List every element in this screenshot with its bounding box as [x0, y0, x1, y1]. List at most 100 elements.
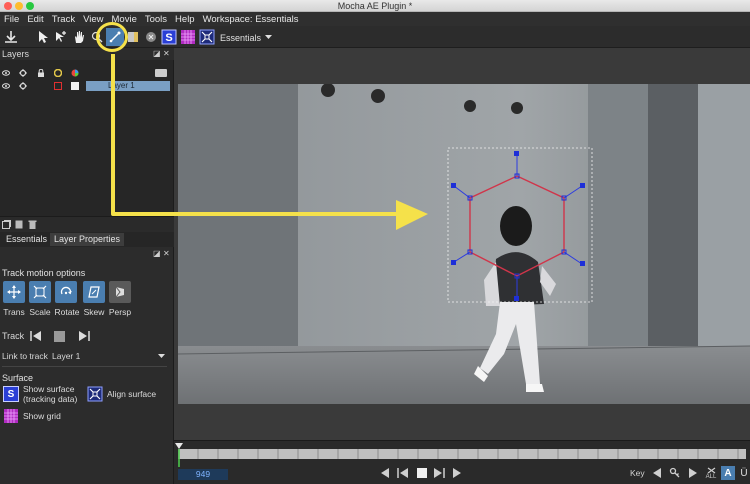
key-icon	[669, 467, 680, 478]
tab-essentials[interactable]: Essentials	[2, 233, 51, 246]
close-properties-icon[interactable]: ✕	[163, 249, 170, 258]
circle-tool-button[interactable]	[142, 28, 160, 46]
add-point-tool-button[interactable]	[52, 28, 70, 46]
translation-toggle[interactable]	[3, 281, 25, 303]
show-surface-sublabel: (tracking data)	[23, 394, 78, 404]
prev-frame-button[interactable]	[396, 466, 410, 480]
hand-tool-button[interactable]	[70, 28, 88, 46]
rotate-icon	[60, 286, 72, 295]
workspace-dropdown-label: Essentials	[220, 32, 262, 43]
tab-layer-properties[interactable]: Layer Properties	[50, 233, 125, 246]
show-grid-label: Show grid	[23, 411, 61, 421]
video-frame[interactable]	[178, 84, 750, 404]
current-frame-field[interactable]: 949	[178, 469, 228, 480]
layers-panel: Layers ◪ ✕ Layer 1	[0, 48, 174, 216]
window-title: Mocha AE Plugin *	[337, 1, 413, 11]
menu-view[interactable]: View	[79, 14, 107, 25]
playhead-icon[interactable]	[174, 443, 184, 467]
trash-icon[interactable]	[28, 220, 37, 229]
skew-icon	[88, 286, 100, 298]
layer-name[interactable]: Layer 1	[86, 81, 170, 91]
track-motion-label: Track motion options	[2, 268, 86, 278]
grid-icon	[181, 30, 195, 44]
menu-workspace[interactable]: Workspace: Essentials	[199, 14, 303, 25]
arrow-plus-icon	[56, 31, 66, 42]
menu-track[interactable]: Track	[48, 14, 79, 25]
auto-key-button[interactable]: A	[721, 466, 735, 480]
link-to-track-value: Layer 1	[52, 351, 81, 361]
float-panel-icon[interactable]: ◪	[153, 49, 161, 58]
window-titlebar: Mocha AE Plugin *	[0, 0, 750, 12]
show-surface-toolbar-button[interactable]: S	[160, 28, 178, 46]
menu-edit[interactable]: Edit	[23, 14, 47, 25]
align-surface-icon	[87, 386, 103, 402]
chevron-down-icon	[265, 35, 273, 39]
play-forward-icon	[453, 468, 461, 478]
layer-row[interactable]: Layer 1	[0, 80, 174, 92]
persp-label: Persp	[108, 307, 132, 317]
next-frame-icon	[434, 468, 445, 478]
menu-file[interactable]: File	[0, 14, 23, 25]
prev-key-icon	[653, 468, 661, 478]
layers-column-header	[0, 67, 174, 79]
translate-arrows-icon	[7, 285, 21, 299]
stop-tracking-button[interactable]	[54, 331, 65, 342]
new-layer-icon[interactable]	[2, 220, 11, 229]
rotate-toggle[interactable]	[55, 281, 77, 303]
scale-label: Scale	[29, 307, 51, 317]
align-surface-toolbar-button[interactable]	[198, 28, 216, 46]
align-surface-button[interactable]: Align surface	[87, 386, 156, 402]
previous-frame-icon	[397, 468, 408, 478]
rectangle-layer-icon	[128, 32, 138, 42]
play-forward-button[interactable]	[450, 466, 464, 480]
close-panel-icon[interactable]: ✕	[163, 49, 170, 58]
duplicate-layer-icon[interactable]	[15, 220, 24, 229]
surface-label: Surface	[2, 373, 34, 383]
surface-s-icon: S	[3, 386, 19, 402]
color-wheel-icon	[54, 69, 62, 77]
float-properties-icon[interactable]: ◪	[153, 249, 161, 258]
svg-text:S: S	[165, 32, 172, 44]
menu-tools[interactable]: Tools	[141, 14, 171, 25]
visibility-eye-icon[interactable]	[2, 82, 10, 90]
layers-footer	[0, 216, 174, 230]
track-backwards-icon[interactable]	[30, 330, 42, 342]
align-surface-label: Align surface	[107, 389, 157, 399]
timeline-ruler[interactable]	[177, 449, 746, 459]
perspective-toggle[interactable]	[109, 281, 131, 303]
track-forwards-icon[interactable]	[78, 330, 90, 342]
step-back-key-button[interactable]	[378, 466, 392, 480]
next-frame-button[interactable]	[432, 466, 446, 480]
delete-all-keys-button[interactable]: ALL	[704, 466, 718, 480]
update-keys-button[interactable]: Ü	[737, 466, 750, 480]
show-grid-button[interactable]: Show grid	[3, 408, 61, 424]
callout-ring	[96, 22, 128, 52]
menu-help[interactable]: Help	[171, 14, 199, 25]
prev-keyframe-button[interactable]	[650, 466, 664, 480]
layer-color-swatch[interactable]	[54, 82, 62, 90]
matte-color-icon	[71, 69, 79, 77]
scale-toggle[interactable]	[29, 281, 51, 303]
skew-toggle[interactable]	[83, 281, 105, 303]
layer-gear-icon[interactable]	[19, 82, 27, 90]
matte-swatch[interactable]	[71, 82, 79, 90]
perspective-icon	[115, 286, 124, 298]
workspace-dropdown[interactable]: Essentials	[220, 31, 273, 44]
layers-panel-title: Layers	[2, 49, 30, 59]
auto-key-icon: A	[724, 467, 732, 479]
stop-button[interactable]	[415, 466, 429, 480]
next-key-icon	[689, 468, 697, 478]
align-surface-icon	[199, 29, 215, 45]
lock-icon	[38, 69, 44, 77]
link-to-track-row[interactable]: Link to track Layer 1	[2, 351, 167, 363]
layer-menu-icon[interactable]	[155, 69, 167, 77]
timeline: 949 Key ALL A Ü	[174, 440, 750, 484]
save-button[interactable]	[2, 28, 20, 46]
show-grid-toolbar-button[interactable]	[179, 28, 197, 46]
next-keyframe-button[interactable]	[686, 466, 700, 480]
show-surface-button[interactable]: S Show surface (tracking data)	[3, 384, 77, 404]
pick-tool-button[interactable]	[34, 28, 52, 46]
layers-panel-header: Layers ◪ ✕	[0, 48, 174, 60]
add-keyframe-button[interactable]	[668, 466, 682, 480]
show-surface-label: Show surface	[23, 384, 75, 394]
